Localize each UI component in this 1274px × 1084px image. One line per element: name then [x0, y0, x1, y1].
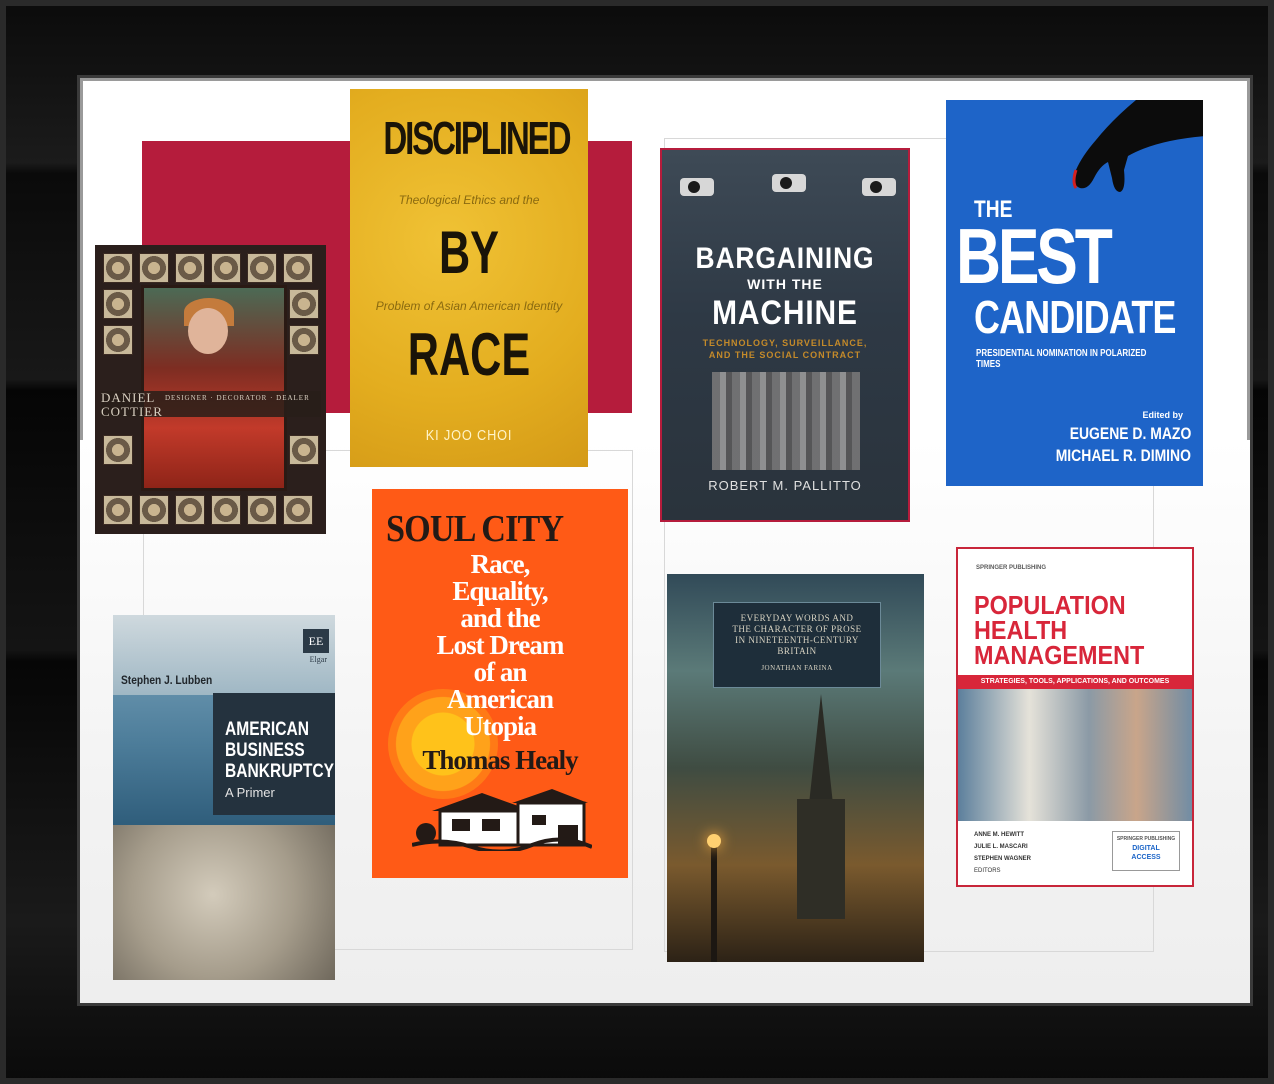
cover-photo-collage [958, 689, 1192, 821]
book-cover-american-business-bankruptcy[interactable]: EE Elgar Stephen J. Lubben AMERICAN BUSI… [113, 615, 335, 980]
cover-editor: EUGENE D. MAZO [1069, 424, 1191, 443]
cover-subtitle: DESIGNER · DECORATOR · DEALER [165, 394, 310, 402]
cover-author: JONATHAN FARINA [761, 664, 833, 672]
stained-glass-tile [103, 435, 133, 465]
camera-icon [862, 178, 896, 196]
cover-subtitle-line: and the [460, 603, 540, 633]
cover-title-line: BRITAIN [777, 646, 817, 656]
cover-edited-by: Edited by [1142, 410, 1183, 420]
church-tower [797, 799, 845, 919]
cover-subtitle-line: Equality, [452, 576, 548, 606]
cover-title-band: DANIEL DESIGNER · DECORATOR · DEALER COT… [101, 391, 321, 419]
cover-author: Stephen J. Lubben [121, 673, 213, 687]
cover-title-line: MANAGEMENT [974, 640, 1145, 670]
cover-subtitle: AND THE SOCIAL CONTRACT [708, 350, 862, 360]
stained-glass-tile [283, 495, 313, 525]
hand-icon [1072, 100, 1203, 192]
cover-title-line: COTTIER [101, 404, 163, 419]
camera-icon [680, 178, 714, 196]
stained-glass-tile [211, 495, 241, 525]
stained-glass-tile [175, 495, 205, 525]
badge-text: ACCESS [1131, 854, 1161, 861]
cover-author: ROBERT M. PALLITTO [708, 478, 862, 493]
cover-title-line: CANDIDATE [974, 291, 1176, 343]
cover-subtitle-line: Race, [470, 549, 531, 579]
cover-title-line: RACE [407, 321, 531, 388]
cover-title-line: BEST [956, 212, 1113, 300]
book-cover-bargaining-with-the-machine[interactable]: BARGAINING WITH THE MACHINE TECHNOLOGY, … [660, 148, 910, 522]
cover-title-line: DISCIPLINED [383, 112, 571, 164]
cover-editor: MICHAEL R. DIMINO [1055, 446, 1191, 465]
cover-title-line: IN NINETEENTH-CENTURY [735, 635, 859, 645]
stained-glass-tile [289, 289, 319, 319]
cover-editor: JULIE L. MASCARI [974, 844, 1028, 850]
street-lamp [707, 834, 721, 962]
book-cover-disciplined-by-race[interactable]: DISCIPLINED Theological Ethics and the B… [350, 89, 588, 467]
badge-text: DIGITAL [1132, 845, 1160, 852]
cover-editors: ANNE M. HEWITT JULIE L. MASCARI STEPHEN … [974, 829, 1031, 877]
cover-photo [712, 372, 860, 470]
stained-glass-tile [247, 253, 277, 283]
cover-subtitle: Problem of Asian American Identity [375, 299, 563, 313]
cover-title-line: AMERICAN [225, 719, 309, 740]
book-cover-daniel-cottier[interactable]: DANIEL DESIGNER · DECORATOR · DEALER COT… [95, 245, 326, 534]
stained-glass-tile [139, 253, 169, 283]
cover-author: KI JOO CHOI [425, 427, 513, 444]
stained-glass-tile [103, 289, 133, 319]
book-cover-population-health-management[interactable]: SPRINGER PUBLISHING POPULATION HEALTH MA… [956, 547, 1194, 887]
cover-title-line: EVERYDAY WORDS AND [740, 613, 854, 623]
cover-subtitle: A Primer [225, 785, 275, 800]
stained-glass-tile [139, 495, 169, 525]
banknote-portrait [113, 825, 335, 980]
cover-title-line: BANKRUPTCY [225, 761, 335, 782]
cover-publisher: SPRINGER PUBLISHING [976, 565, 1047, 571]
stained-glass-tile [103, 253, 133, 283]
stained-glass-tile [211, 253, 241, 283]
cover-title-line: BARGAINING [695, 242, 875, 275]
stained-glass-tile [289, 435, 319, 465]
camera-icon [772, 174, 806, 192]
cover-editor: ANNE M. HEWITT [974, 832, 1024, 838]
stained-glass-tile [247, 495, 277, 525]
cover-title-line: BY [438, 219, 500, 286]
book-cover-the-best-candidate[interactable]: THE BEST CANDIDATE PRESIDENTIAL NOMINATI… [946, 100, 1203, 486]
stained-glass-figure [141, 285, 287, 491]
cover-subtitle-line: Utopia [463, 711, 537, 741]
cover-subtitle-line: of an [473, 657, 528, 687]
cover-title-line: MACHINE [712, 294, 858, 332]
stained-glass-tile [103, 325, 133, 355]
book-cover-soul-city[interactable]: SOUL CITY Race, Equality, and the Lost D… [372, 489, 628, 878]
digital-access-badge: SPRINGER PUBLISHING DIGITAL ACCESS [1112, 831, 1180, 871]
cover-subtitle: Race, Equality, and the Lost Dream of an… [372, 551, 628, 740]
figure-face [188, 308, 228, 354]
stained-glass-tile [283, 253, 313, 283]
cover-title-line: BUSINESS [225, 740, 305, 761]
publisher-name: Elgar [309, 655, 327, 664]
badge-publisher: SPRINGER PUBLISHING [1116, 836, 1176, 842]
cover-title: POPULATION HEALTH MANAGEMENT [974, 592, 1145, 670]
publisher-logo: EE [303, 629, 329, 653]
cover-subtitle-line: American [447, 684, 554, 714]
stained-glass-tile [175, 253, 205, 283]
cover-subtitle: Theological Ethics and the [398, 193, 540, 207]
cover-subtitle-line: Lost Dream [436, 630, 565, 660]
cover-title: SOUL CITY [386, 508, 564, 550]
church-spire [809, 694, 833, 804]
house-icon [412, 789, 592, 851]
cover-title-line: WITH THE [747, 276, 823, 292]
stained-glass-tile [103, 495, 133, 525]
cover-subtitle: STRATEGIES, TOOLS, APPLICATIONS, AND OUT… [958, 675, 1192, 689]
cover-title-line: THE CHARACTER OF PROSE [732, 624, 862, 634]
cover-title-panel: AMERICAN BUSINESS BANKRUPTCY A Primer [213, 693, 335, 815]
cover-author: Thomas Healy [422, 745, 578, 775]
cover-editor: STEPHEN WAGNER [974, 856, 1032, 862]
stained-glass-tile [289, 325, 319, 355]
cover-editors-label: EDITORS [974, 868, 1001, 874]
cover-subtitle: TECHNOLOGY, SURVEILLANCE, [702, 338, 868, 348]
cover-subtitle: PRESIDENTIAL NOMINATION IN POLARIZED TIM… [976, 348, 1147, 370]
book-cover-everyday-words[interactable]: EVERYDAY WORDS AND THE CHARACTER OF PROS… [667, 574, 924, 962]
cover-title: AMERICAN BUSINESS BANKRUPTCY [225, 719, 334, 782]
cover-title-box: EVERYDAY WORDS AND THE CHARACTER OF PROS… [713, 602, 881, 688]
publisher-mark: EE [308, 634, 324, 648]
